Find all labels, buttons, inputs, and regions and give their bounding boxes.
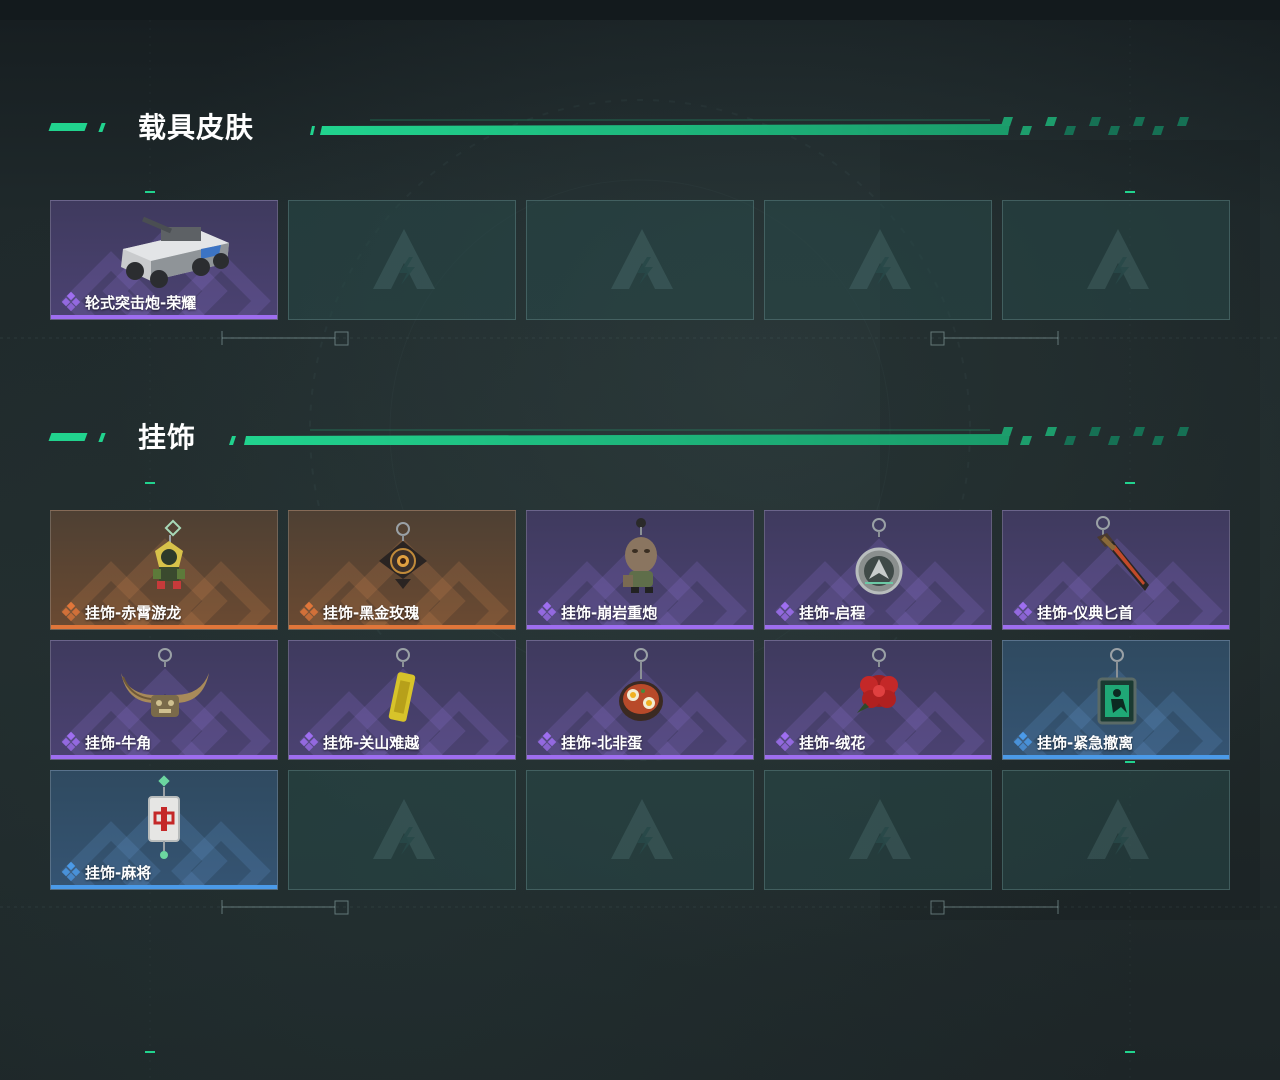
rarity-bar <box>1003 755 1229 759</box>
header-stripe <box>310 117 1189 135</box>
empty-slot <box>288 770 516 890</box>
rarity-icon <box>537 732 557 752</box>
section-header-vehicle-skins: 载具皮肤 <box>48 108 1200 148</box>
rarity-icon <box>537 602 557 622</box>
placeholder-logo-icon <box>849 799 911 859</box>
placeholder-logo-icon <box>373 229 435 289</box>
placeholder-logo-icon <box>611 229 673 289</box>
item-name: 挂饰-赤霄游龙 <box>85 604 182 622</box>
vehicle-skin-card[interactable]: 轮式突击炮-荣耀 <box>50 200 278 320</box>
rarity-icon <box>61 862 81 882</box>
charm-card[interactable]: 挂饰-仪典匕首 <box>1002 510 1230 630</box>
empty-slot <box>764 200 992 320</box>
item-name: 挂饰-启程 <box>799 604 866 622</box>
empty-slot <box>764 770 992 890</box>
rarity-icon <box>61 602 81 622</box>
empty-slot <box>1002 200 1230 320</box>
placeholder-logo-icon <box>849 229 911 289</box>
item-name: 轮式突击炮-荣耀 <box>85 294 197 312</box>
corner-mark <box>1125 761 1135 763</box>
rarity-bar <box>289 755 515 759</box>
rarity-bar <box>527 755 753 759</box>
placeholder-logo-icon <box>1087 799 1149 859</box>
section-header-charms: 挂饰 <box>48 418 1200 458</box>
item-name: 挂饰-北非蛋 <box>561 734 643 752</box>
rarity-icon <box>775 602 795 622</box>
charm-card[interactable]: 挂饰-关山难越 <box>288 640 516 760</box>
charm-card[interactable]: 挂饰-牛角 <box>50 640 278 760</box>
rarity-bar <box>1003 625 1229 629</box>
charm-card[interactable]: 挂饰-赤霄游龙 <box>50 510 278 630</box>
placeholder-logo-icon <box>1087 229 1149 289</box>
empty-slot <box>1002 770 1230 890</box>
charm-card[interactable]: 挂饰-绒花 <box>764 640 992 760</box>
rarity-bar <box>527 625 753 629</box>
rarity-bar <box>51 755 277 759</box>
placeholder-logo-icon <box>611 799 673 859</box>
charm-card[interactable]: 挂饰-北非蛋 <box>526 640 754 760</box>
item-name: 挂饰-仪典匕首 <box>1037 604 1134 622</box>
header-stripe <box>229 427 1189 445</box>
rarity-bar <box>765 625 991 629</box>
inventory-screen: 载具皮肤 挂饰 轮式突击炮-荣耀 挂饰-赤霄游龙 挂饰-黑金玫瑰 挂饰-崩岩重炮… <box>0 0 1280 1080</box>
rarity-icon <box>299 602 319 622</box>
rarity-icon <box>61 292 81 312</box>
charm-card[interactable]: 挂饰-崩岩重炮 <box>526 510 754 630</box>
charm-card[interactable]: 挂饰-麻将 <box>50 770 278 890</box>
corner-mark <box>1125 1051 1135 1053</box>
rarity-bar <box>51 315 277 319</box>
charm-card[interactable]: 挂饰-紧急撤离 <box>1002 640 1230 760</box>
item-name: 挂饰-黑金玫瑰 <box>323 604 420 622</box>
rarity-bar <box>51 625 277 629</box>
corner-mark <box>145 1051 155 1053</box>
rarity-icon <box>299 732 319 752</box>
item-name: 挂饰-崩岩重炮 <box>561 604 658 622</box>
empty-slot <box>526 770 754 890</box>
empty-slot <box>288 200 516 320</box>
item-name: 挂饰-牛角 <box>85 734 152 752</box>
item-name: 挂饰-紧急撤离 <box>1037 734 1134 752</box>
rarity-bar <box>51 885 277 889</box>
rarity-icon <box>61 732 81 752</box>
corner-mark <box>1125 482 1135 484</box>
corner-mark <box>145 482 155 484</box>
empty-slot <box>526 200 754 320</box>
rarity-icon <box>1013 602 1033 622</box>
item-name: 挂饰-关山难越 <box>323 734 420 752</box>
charm-card[interactable]: 挂饰-黑金玫瑰 <box>288 510 516 630</box>
rarity-icon <box>1013 732 1033 752</box>
charm-card[interactable]: 挂饰-启程 <box>764 510 992 630</box>
item-name: 挂饰-绒花 <box>799 734 866 752</box>
placeholder-logo-icon <box>373 799 435 859</box>
corner-mark <box>145 191 155 193</box>
item-name: 挂饰-麻将 <box>85 864 152 882</box>
corner-mark <box>1125 191 1135 193</box>
rarity-bar <box>289 625 515 629</box>
rarity-bar <box>765 755 991 759</box>
rarity-icon <box>775 732 795 752</box>
